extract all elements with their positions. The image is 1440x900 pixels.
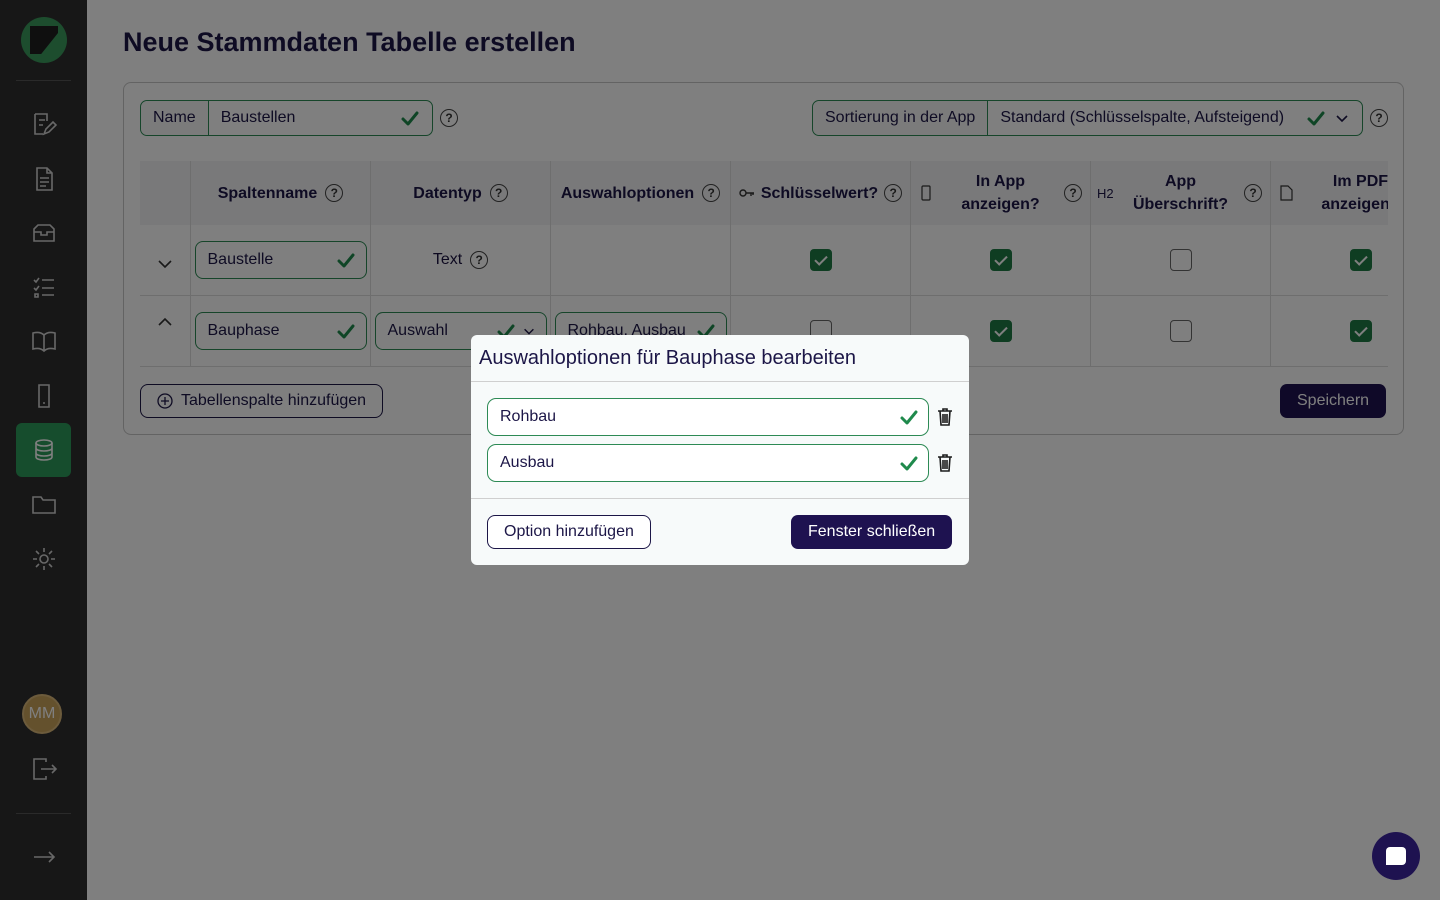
add-option-button[interactable]: Option hinzufügen bbox=[487, 515, 651, 549]
delete-option-button[interactable] bbox=[936, 407, 954, 427]
option-value: Rohbau bbox=[500, 408, 557, 425]
option-value: Ausbau bbox=[500, 454, 555, 471]
check-icon bbox=[900, 410, 918, 425]
chat-widget-button[interactable] bbox=[1372, 832, 1420, 880]
chat-icon bbox=[1386, 847, 1406, 865]
delete-option-button[interactable] bbox=[936, 453, 954, 473]
check-icon bbox=[900, 456, 918, 471]
modal-divider bbox=[471, 381, 969, 382]
modal-divider bbox=[471, 498, 969, 499]
edit-options-modal: Auswahloptionen für Bauphase bearbeiten … bbox=[471, 335, 969, 565]
trash-icon bbox=[938, 454, 952, 472]
trash-icon bbox=[938, 408, 952, 426]
option-input[interactable]: Ausbau bbox=[487, 444, 929, 482]
modal-title: Auswahloptionen für Bauphase bearbeiten bbox=[479, 347, 856, 369]
close-modal-button[interactable]: Fenster schließen bbox=[791, 515, 953, 549]
option-input[interactable]: Rohbau bbox=[487, 398, 929, 436]
